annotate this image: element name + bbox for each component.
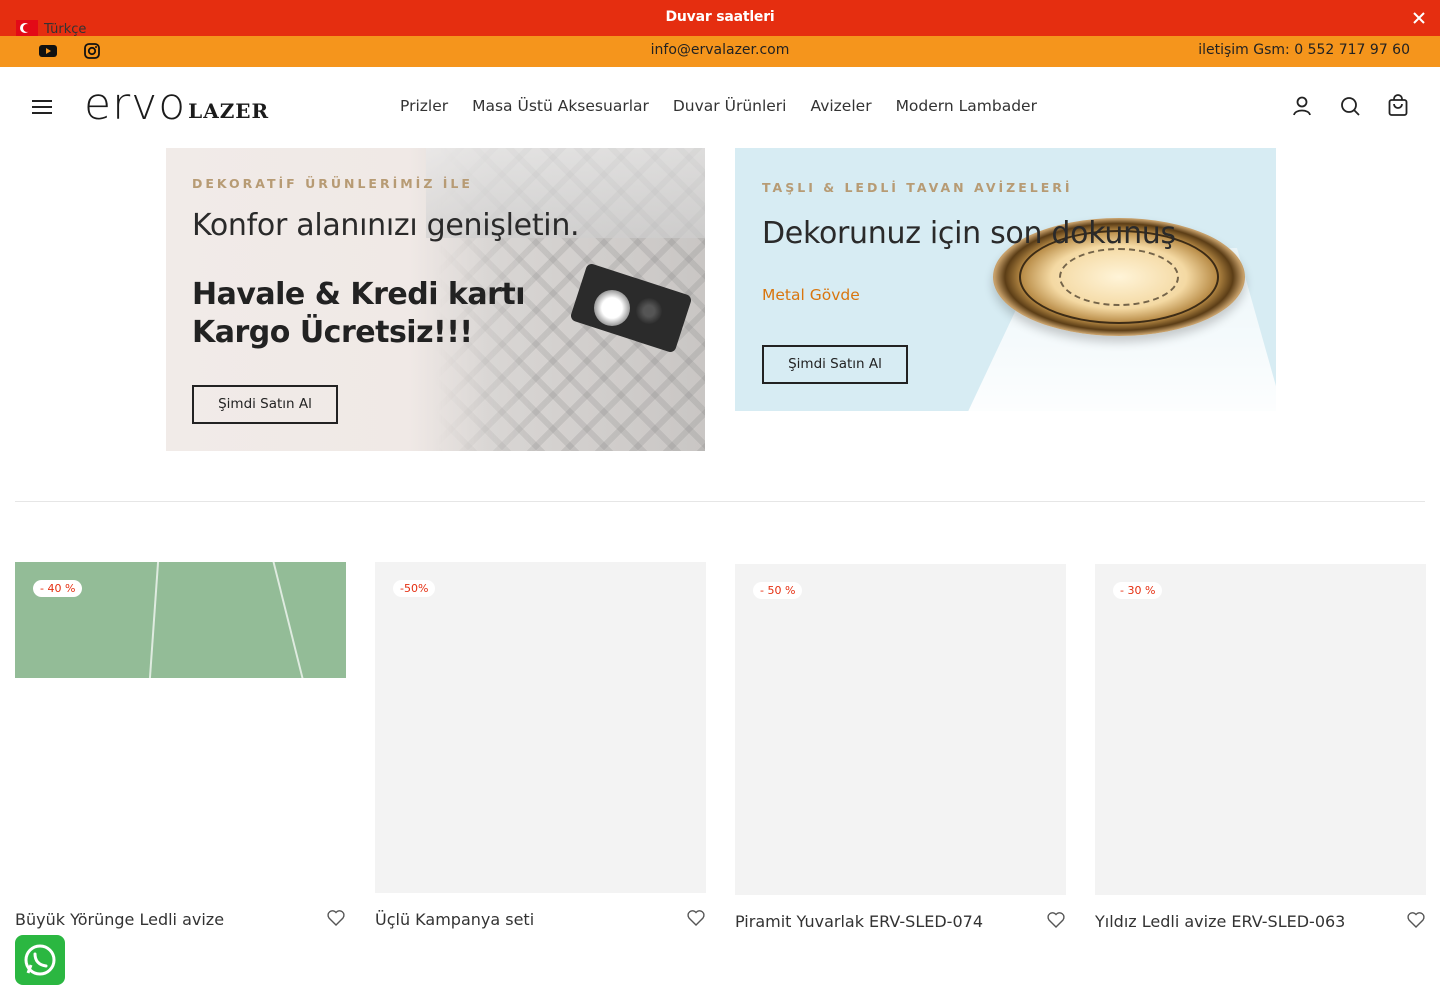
product-name[interactable]: Büyük Yörünge Ledli avize <box>15 910 224 929</box>
nav-item-prizler[interactable]: Prizler <box>400 97 448 115</box>
header-icons <box>1290 94 1410 118</box>
cart-icon[interactable] <box>1386 94 1410 118</box>
whatsapp-icon <box>24 944 56 976</box>
nav-item-duvar-urunleri[interactable]: Duvar Ürünleri <box>673 97 787 115</box>
wishlist-heart-icon[interactable] <box>326 908 346 928</box>
search-icon[interactable] <box>1338 94 1362 118</box>
promo-banner-decor[interactable]: DEKORATİF ÜRÜNLERİMİZ İLE Konfor alanını… <box>166 148 705 451</box>
whatsapp-button[interactable] <box>15 935 65 985</box>
logo-mark: ervo <box>84 79 187 130</box>
menu-icon[interactable] <box>30 95 54 119</box>
product-image[interactable]: - 30 % <box>1095 564 1426 895</box>
discount-badge: -50% <box>393 580 436 597</box>
product-image[interactable]: -50% <box>375 562 706 893</box>
site-logo[interactable]: ervo LAZER <box>84 83 269 127</box>
shop-now-button[interactable]: Şimdi Satın Al <box>762 345 908 384</box>
language-selector[interactable]: Türkçe <box>16 20 87 37</box>
nav-item-masa-ustu[interactable]: Masa Üstü Aksesuarlar <box>472 97 649 115</box>
product-card[interactable]: - 40 % Büyük Yörünge Ledli avize <box>15 562 346 929</box>
site-header: ervo LAZER Prizler Masa Üstü Aksesuarlar… <box>0 67 1440 147</box>
chandelier-crystal <box>1059 248 1179 306</box>
spotlight-lens <box>636 298 662 324</box>
banner-headline: Dekorunuz için son dokunuş <box>762 216 1176 251</box>
turkey-flag-icon <box>16 20 38 36</box>
product-card[interactable]: - 30 % Yıldız Ledli avize ERV-SLED-063 <box>1095 564 1426 931</box>
banner-promo: Havale & Kredi kartı Kargo Ücretsiz!!! <box>192 277 526 350</box>
wishlist-heart-icon[interactable] <box>686 908 706 928</box>
banner-feature: Metal Gövde <box>762 286 860 304</box>
account-icon[interactable] <box>1290 94 1314 118</box>
product-card[interactable]: - 50 % Piramit Yuvarlak ERV-SLED-074 <box>735 564 1066 931</box>
banner-eyebrow: DEKORATİF ÜRÜNLERİMİZ İLE <box>192 176 473 191</box>
contact-phone[interactable]: iletişim Gsm: 0 552 717 97 60 <box>1198 42 1410 58</box>
shop-now-button[interactable]: Şimdi Satın Al <box>192 385 338 424</box>
discount-badge: - 50 % <box>753 582 803 599</box>
close-icon[interactable] <box>1408 7 1430 29</box>
language-label: Türkçe <box>44 21 87 37</box>
announcement-bar: Duvar saatleri <box>0 0 1440 36</box>
nav-item-modern-lambader[interactable]: Modern Lambader <box>896 97 1037 115</box>
nav-item-avizeler[interactable]: Avizeler <box>811 97 872 115</box>
banner-headline: Konfor alanınızı genişletin. <box>192 208 580 243</box>
wishlist-heart-icon[interactable] <box>1046 910 1066 930</box>
product-name[interactable]: Piramit Yuvarlak ERV-SLED-074 <box>735 912 983 931</box>
product-card[interactable]: -50% Üçlü Kampanya seti <box>375 562 706 929</box>
product-name[interactable]: Üçlü Kampanya seti <box>375 910 534 929</box>
discount-badge: - 30 % <box>1113 582 1163 599</box>
discount-badge: - 40 % <box>33 580 83 597</box>
product-name[interactable]: Yıldız Ledli avize ERV-SLED-063 <box>1095 912 1345 931</box>
product-image[interactable]: - 50 % <box>735 564 1066 895</box>
main-nav: Prizler Masa Üstü Aksesuarlar Duvar Ürün… <box>400 97 1037 115</box>
banner-eyebrow: TAŞLI & LEDLİ TAVAN AVİZELERİ <box>762 180 1073 195</box>
promo-banner-chandelier[interactable]: TAŞLI & LEDLİ TAVAN AVİZELERİ Dekorunuz … <box>735 148 1276 411</box>
section-divider <box>15 501 1425 502</box>
logo-sub: LAZER <box>188 99 270 123</box>
contact-bar: info@ervalazer.com iletişim Gsm: 0 552 7… <box>0 36 1440 67</box>
product-image[interactable]: - 40 % <box>15 562 346 678</box>
announcement-text[interactable]: Duvar saatleri <box>0 9 1440 25</box>
wishlist-heart-icon[interactable] <box>1406 910 1426 930</box>
